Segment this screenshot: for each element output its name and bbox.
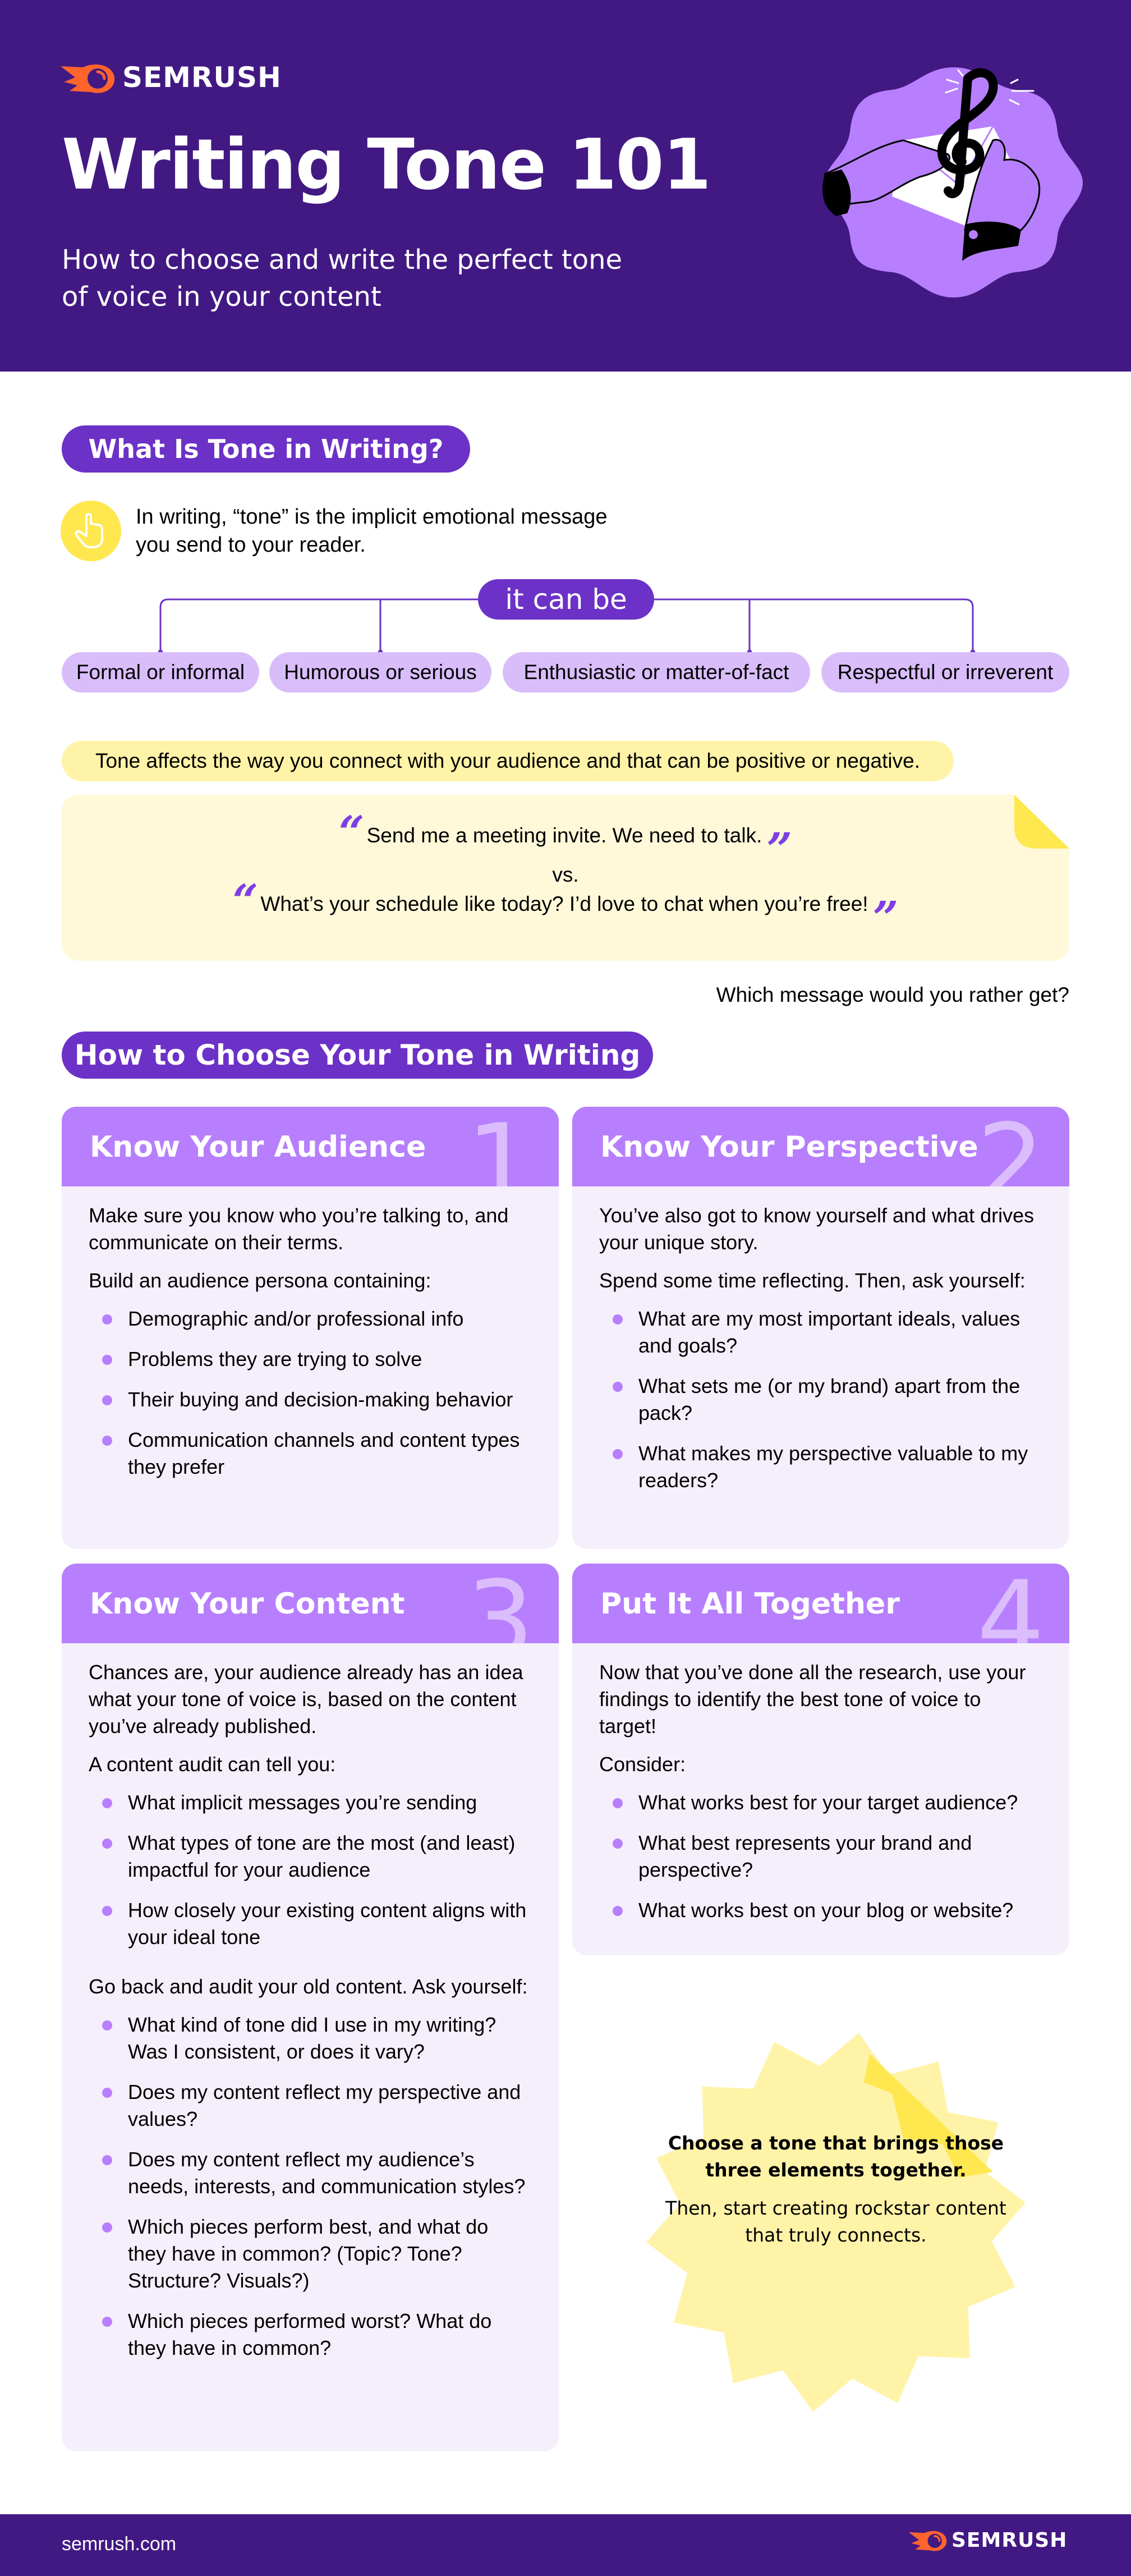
quote-line-1: “Send me a meeting invite. We need to ta… xyxy=(62,810,1069,872)
logo-wordmark: SEMRUSH xyxy=(951,2528,1068,2552)
list-item: Does my content reflect my perspective a… xyxy=(89,2079,532,2133)
section-heading-how-to-choose: How to Choose Your Tone in Writing xyxy=(62,1032,653,1079)
it-can-be-label: it can be xyxy=(478,579,654,620)
burst-body: Then, start creating rockstar content th… xyxy=(665,2197,1006,2246)
section-heading-what-is-tone: What Is Tone in Writing? xyxy=(62,425,470,473)
quote-line-2: “What’s your schedule like today? I’d lo… xyxy=(62,878,1069,940)
card-bullet-list: What implicit messages you’re sending Wh… xyxy=(89,1789,532,1951)
open-quote-icon: “ xyxy=(338,806,365,859)
card-put-it-all-together: Put It All Together 4 Now that you’ve do… xyxy=(572,1564,1069,1955)
versus-label: vs. xyxy=(552,863,579,886)
card-number: 3 xyxy=(466,1564,534,1644)
footer-link[interactable]: semrush.com xyxy=(62,2533,176,2555)
list-item: What best represents your brand and pers… xyxy=(599,1830,1042,1883)
treble-clef-envelope-illustration xyxy=(808,34,1100,326)
starburst-text: Choose a tone that brings those three el… xyxy=(645,2130,1027,2249)
which-message-question: Which message would you rather get? xyxy=(716,983,1069,1006)
list-item: Which pieces perform best, and what do t… xyxy=(89,2213,532,2294)
card-paragraph: Consider: xyxy=(599,1753,686,1776)
card-know-your-content: Know Your Content 3 Chances are, your au… xyxy=(62,1564,559,2451)
pointing-hand-icon xyxy=(61,501,121,561)
card-paragraph: You’ve also got to know yourself and wha… xyxy=(599,1204,1035,1254)
logo-wordmark: SEMRUSH xyxy=(122,61,282,94)
close-quote-icon: ” xyxy=(872,891,899,944)
card-paragraph: Chances are, your audience already has a… xyxy=(89,1661,523,1738)
card-title: Know Your Perspective xyxy=(600,1130,978,1164)
card-header: Know Your Audience 1 xyxy=(62,1107,559,1186)
card-header: Know Your Content 3 xyxy=(62,1564,559,1643)
card-paragraph: A content audit can tell you: xyxy=(89,1753,336,1776)
card-title: Put It All Together xyxy=(600,1587,900,1621)
card-paragraph: Build an audience persona containing: xyxy=(89,1269,431,1292)
page-subtitle: How to choose and write the perfect tone… xyxy=(62,244,623,313)
list-item: How closely your existing content aligns… xyxy=(89,1897,532,1951)
list-item: Demographic and/or professional info xyxy=(89,1305,532,1332)
card-title: Know Your Content xyxy=(90,1587,405,1621)
list-item: Their buying and decision-making behavio… xyxy=(89,1386,532,1413)
tone-definition-text: In writing, “tone” is the implicit emoti… xyxy=(136,505,608,557)
card-paragraph: Go back and audit your old content. Ask … xyxy=(89,1975,528,1998)
burst-headline: Choose a tone that brings those three el… xyxy=(668,2132,1004,2181)
header: SEMRUSH Writing Tone 101 How to choose a… xyxy=(0,0,1131,372)
footer-semrush-logo[interactable]: SEMRUSH xyxy=(909,2528,1067,2552)
tone-options-tree: it can be Formal or informal Humorous or… xyxy=(0,572,1131,702)
list-item: Communication channels and content types… xyxy=(89,1427,532,1480)
list-item: What types of tone are the most (and lea… xyxy=(89,1830,532,1883)
card-paragraph: Spend some time reflecting. Then, ask yo… xyxy=(599,1269,1026,1292)
list-item: What kind of tone did I use in my writin… xyxy=(89,2011,532,2065)
page-title: Writing Tone 101 xyxy=(62,125,711,205)
tone-definition: In writing, “tone” is the implicit emoti… xyxy=(61,501,641,561)
card-title: Know Your Audience xyxy=(90,1130,426,1164)
card-bullet-list: What kind of tone did I use in my writin… xyxy=(89,2011,532,2362)
list-item: What are my most important ideals, value… xyxy=(599,1305,1042,1359)
list-item: What works best for your target audience… xyxy=(599,1789,1042,1816)
list-item: Problems they are trying to solve xyxy=(89,1346,532,1373)
quote-text: What’s your schedule like today? I’d lov… xyxy=(260,892,868,915)
card-paragraph: Now that you’ve done all the research, u… xyxy=(599,1661,1026,1738)
tone-option-chip: Humorous or serious xyxy=(269,652,491,693)
card-header: Know Your Perspective 2 xyxy=(572,1107,1069,1186)
list-item: Which pieces performed worst? What do th… xyxy=(89,2308,532,2362)
card-number: 4 xyxy=(977,1564,1045,1644)
semrush-fireball-icon xyxy=(909,2528,948,2552)
tone-option-chip: Respectful or irreverent xyxy=(821,652,1069,693)
card-header: Put It All Together 4 xyxy=(572,1564,1069,1643)
semrush-fireball-icon xyxy=(61,61,117,94)
list-item: What implicit messages you’re sending xyxy=(89,1789,532,1816)
list-item: What makes my perspective valuable to my… xyxy=(599,1440,1042,1494)
list-item: What sets me (or my brand) apart from th… xyxy=(599,1373,1042,1427)
quote-text: Send me a meeting invite. We need to tal… xyxy=(366,824,762,847)
card-know-your-perspective: Know Your Perspective 2 You’ve also got … xyxy=(572,1107,1069,1549)
list-item: What works best on your blog or website? xyxy=(599,1897,1042,1924)
semrush-logo[interactable]: SEMRUSH xyxy=(61,61,282,94)
list-item: Does my content reflect my audience’s ne… xyxy=(89,2146,532,2200)
card-number: 2 xyxy=(977,1107,1045,1187)
card-bullet-list: What are my most important ideals, value… xyxy=(599,1305,1042,1494)
footer: semrush.com SEMRUSH xyxy=(0,2514,1131,2576)
tone-option-chip: Formal or informal xyxy=(62,652,259,693)
tone-impact-callout: Tone affects the way you connect with yo… xyxy=(62,741,954,781)
card-bullet-list: Demographic and/or professional info Pro… xyxy=(89,1305,532,1480)
card-paragraph: Make sure you know who you’re talking to… xyxy=(89,1204,509,1254)
tone-option-chip: Enthusiastic or matter-of-fact xyxy=(503,652,810,693)
card-number: 1 xyxy=(466,1107,534,1187)
open-quote-icon: “ xyxy=(232,874,259,927)
card-know-your-audience: Know Your Audience 1 Make sure you know … xyxy=(62,1107,559,1549)
card-bullet-list: What works best for your target audience… xyxy=(599,1789,1042,1924)
